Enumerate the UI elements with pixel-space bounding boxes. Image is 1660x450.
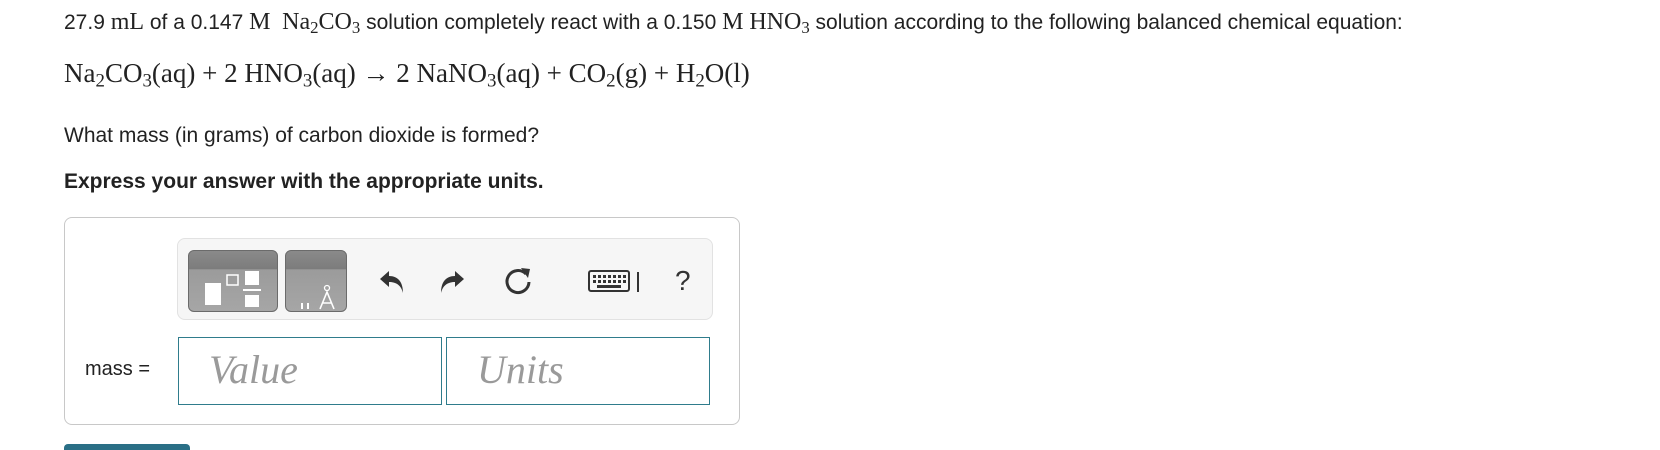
reactant-formula: Na2CO3 (282, 9, 361, 38)
submit-button[interactable] (64, 444, 190, 450)
undo-icon[interactable] (374, 263, 410, 299)
question-text: What mass (in grams) of carbon dioxide i… (64, 124, 540, 147)
instruction-text: Express your answer with the appropriate… (64, 170, 544, 193)
problem-text-part: solution according to the following bala… (809, 11, 1403, 34)
problem-text: 27.9 mL of a 0.147 M Na2CO3 solution com… (64, 8, 1644, 37)
math-toolbar: ? (177, 238, 713, 320)
templates-icon[interactable] (188, 250, 278, 312)
mass-label: mass = (85, 358, 151, 380)
reset-icon[interactable] (500, 263, 536, 299)
units-input[interactable]: Units (446, 337, 710, 405)
molarity-unit: M (722, 9, 744, 35)
acid-formula: HNO3 (749, 9, 810, 38)
problem-text-part: of a 0.147 (144, 11, 250, 34)
units-icon[interactable] (285, 250, 347, 312)
keyboard-icon[interactable] (586, 263, 650, 299)
redo-icon[interactable] (434, 263, 470, 299)
problem-statement: 27.9 mL of a 0.147 M Na2CO3 solution com… (64, 8, 1644, 37)
volume-value: 27.9 (64, 11, 105, 34)
value-input[interactable]: Value (178, 337, 442, 405)
answer-box: ? mass = Value Units (64, 217, 740, 425)
problem-text-part: solution completely react with a 0.150 (360, 11, 723, 34)
chemical-equation: Na2CO3(aq) + 2 HNO3(aq) → 2 NaNO3(aq) + … (64, 58, 750, 92)
volume-unit: mL (110, 9, 145, 35)
molarity-unit: M (249, 9, 271, 35)
help-button[interactable]: ? (675, 265, 691, 297)
